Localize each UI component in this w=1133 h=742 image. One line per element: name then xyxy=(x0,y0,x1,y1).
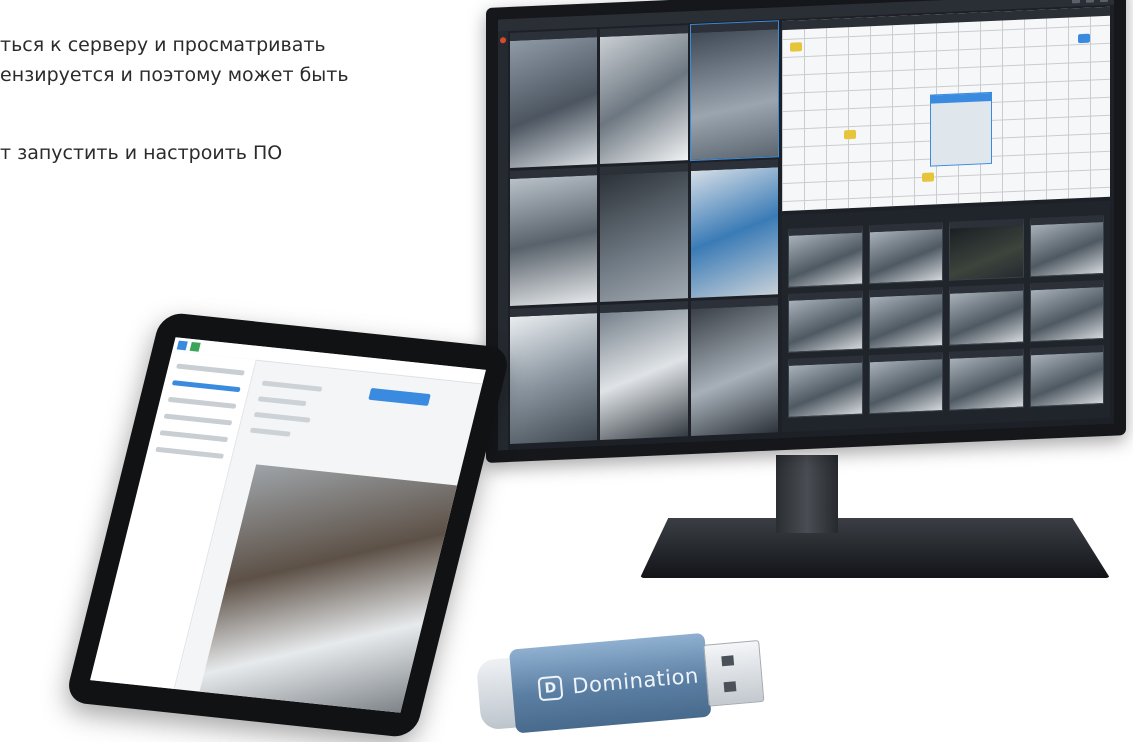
camera-snapshot xyxy=(199,464,458,713)
minimize-icon[interactable] xyxy=(1072,0,1080,3)
event-thumbnail[interactable] xyxy=(868,352,943,415)
connect-button[interactable] xyxy=(368,387,431,406)
intro-line-1: ться к серверу и просматривать xyxy=(0,34,326,56)
monitor-screen xyxy=(498,0,1114,451)
menu-icon[interactable] xyxy=(176,340,188,350)
event-thumbnail[interactable] xyxy=(949,348,1024,411)
camera-tile[interactable] xyxy=(690,297,778,437)
intro-line-2: ензируется и поэтому может быть xyxy=(0,64,349,86)
sidebar-item[interactable] xyxy=(175,363,245,376)
event-thumbnail[interactable] xyxy=(1029,345,1104,408)
sidebar-item[interactable] xyxy=(155,446,225,459)
settings-field[interactable] xyxy=(253,411,311,423)
camera-tile[interactable] xyxy=(510,305,598,444)
settings-field[interactable] xyxy=(261,380,323,392)
camera-marker-icon[interactable] xyxy=(1078,33,1090,44)
event-thumbnail[interactable] xyxy=(868,222,943,285)
camera-tile[interactable] xyxy=(510,29,598,168)
event-thumbnail[interactable] xyxy=(949,218,1024,281)
event-thumbnail[interactable] xyxy=(788,290,863,353)
event-thumbnail[interactable] xyxy=(788,225,863,288)
intro-line-3: т запустить и настроить ПО xyxy=(0,142,283,164)
maximize-icon[interactable] xyxy=(1086,0,1094,3)
sidebar-item[interactable] xyxy=(159,430,229,443)
camera-tile[interactable] xyxy=(600,25,688,165)
camera-preview-popup[interactable] xyxy=(930,91,992,167)
event-thumbnail[interactable] xyxy=(949,283,1024,346)
tablet-device xyxy=(64,311,512,739)
intro-text: ться к серверу и просматривать ензируетс… xyxy=(0,30,440,168)
sidebar-item[interactable] xyxy=(163,413,233,426)
event-thumbnail[interactable] xyxy=(1029,215,1104,278)
settings-field[interactable] xyxy=(249,427,291,437)
sidebar-item[interactable] xyxy=(171,380,241,393)
sidebar-item[interactable] xyxy=(167,396,237,409)
camera-tile[interactable] xyxy=(690,159,778,299)
camera-marker-icon[interactable] xyxy=(922,172,934,182)
monitor-stand-base xyxy=(640,518,1110,578)
toolbar-button[interactable] xyxy=(500,37,506,44)
camera-tile[interactable] xyxy=(510,167,598,306)
event-thumbnail[interactable] xyxy=(1029,280,1104,343)
usb-connector xyxy=(703,639,765,707)
usb-flash-drive: D Domination xyxy=(474,618,772,742)
event-thumbnail[interactable] xyxy=(788,355,863,418)
usb-brand-label: Domination xyxy=(571,663,700,699)
usb-body: D Domination xyxy=(508,632,712,734)
monitor-stand-neck xyxy=(776,455,838,533)
camera-tile[interactable] xyxy=(600,301,688,441)
tablet-screen xyxy=(90,337,486,713)
camera-marker-icon[interactable] xyxy=(844,129,856,140)
camera-tile[interactable] xyxy=(689,20,780,162)
domination-logo-icon: D xyxy=(537,675,564,702)
events-panel xyxy=(782,200,1110,433)
camera-grid xyxy=(510,20,780,444)
desktop-monitor xyxy=(486,0,1126,463)
close-icon[interactable] xyxy=(1100,0,1108,2)
camera-marker-icon[interactable] xyxy=(790,42,802,52)
settings-field[interactable] xyxy=(257,396,307,407)
camera-tile[interactable] xyxy=(600,163,688,303)
event-thumbnail[interactable] xyxy=(868,287,943,350)
app-logo-icon xyxy=(189,341,201,352)
floor-plan[interactable] xyxy=(782,6,1110,212)
